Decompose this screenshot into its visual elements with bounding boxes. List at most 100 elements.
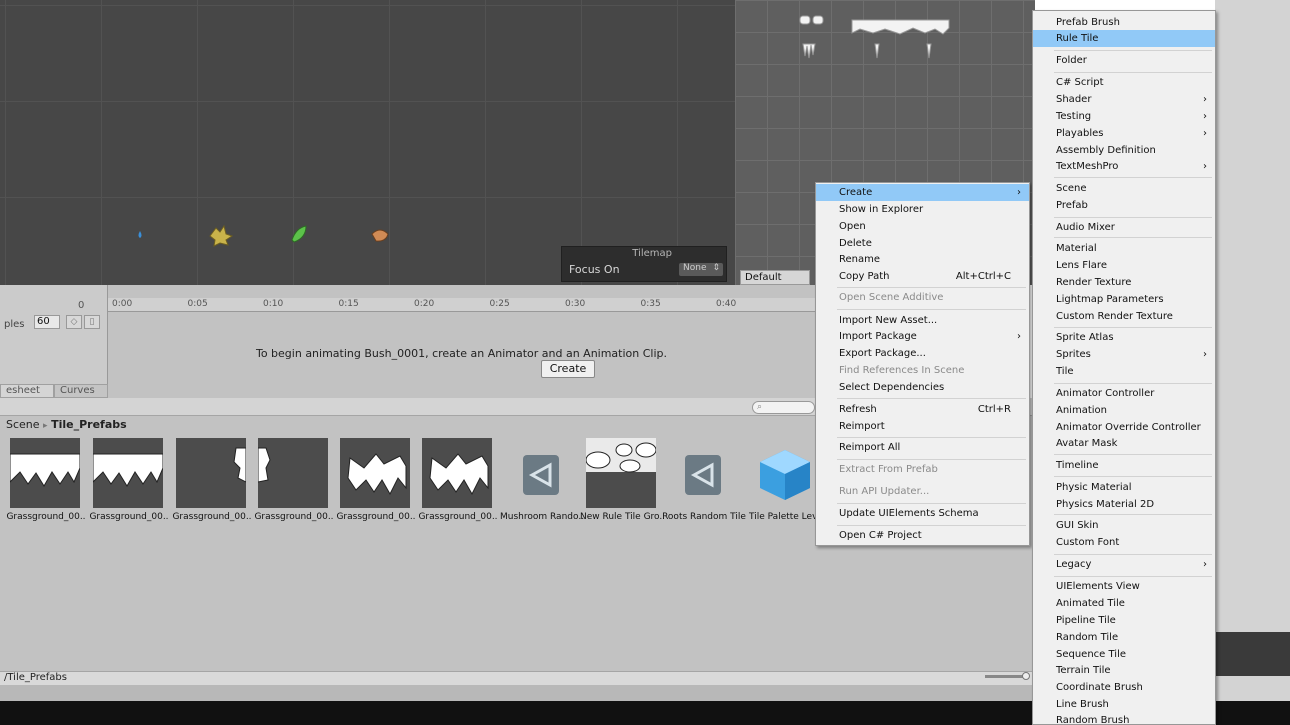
- create-submenu-item-lens-flare[interactable]: Lens Flare: [1033, 257, 1215, 274]
- create-submenu-item-animator-controller[interactable]: Animator Controller: [1033, 385, 1215, 402]
- context-menu-item-show-in-explorer[interactable]: Show in Explorer: [816, 201, 1029, 218]
- create-submenu-item-coordinate-brush[interactable]: Coordinate Brush: [1033, 679, 1215, 696]
- focus-on-dropdown[interactable]: None ⇕: [679, 263, 723, 276]
- menu-item-label: Physic Material: [1056, 482, 1132, 493]
- context-menu-item-rename[interactable]: Rename: [816, 251, 1029, 268]
- asset-label: Grassground_00..: [172, 512, 252, 522]
- context-menu-item-export-package[interactable]: Export Package...: [816, 345, 1029, 362]
- rule-tile-preview: [799, 15, 824, 59]
- timeline-tick-label: 0:40: [716, 299, 737, 309]
- menu-item-label: Folder: [1056, 55, 1087, 66]
- tab-dopesheet[interactable]: esheet: [0, 384, 54, 398]
- create-submenu-item-audio-mixer[interactable]: Audio Mixer: [1033, 219, 1215, 236]
- context-menu-item-reimport[interactable]: Reimport: [816, 418, 1029, 435]
- asset-label: Grassground_00..: [6, 512, 86, 522]
- thumbnail-size-slider[interactable]: [985, 675, 1027, 678]
- scene-view[interactable]: Tilemap Focus On None ⇕: [0, 0, 735, 285]
- asset-item[interactable]: Mushroom Rando..: [500, 438, 584, 522]
- menu-separator: [837, 459, 1026, 460]
- menu-item-label: UIElements View: [1056, 581, 1140, 592]
- menu-item-label: Reimport: [839, 421, 885, 432]
- create-submenu-item-lightmap-parameters[interactable]: Lightmap Parameters: [1033, 291, 1215, 308]
- asset-item[interactable]: Grassground_00..: [336, 438, 416, 522]
- asset-item[interactable]: Roots Random Tile: [662, 438, 746, 522]
- create-submenu-item-line-brush[interactable]: Line Brush: [1033, 696, 1215, 713]
- menu-item-label: Sequence Tile: [1056, 649, 1127, 660]
- context-menu-item-reimport-all[interactable]: Reimport All: [816, 439, 1029, 456]
- context-menu-item-create[interactable]: Create ›: [816, 184, 1029, 201]
- create-submenu-item-testing[interactable]: Testing ›: [1033, 108, 1215, 125]
- default-brush-dropdown[interactable]: Default Brush: [740, 270, 810, 296]
- create-submenu-item-textmeshpro[interactable]: TextMeshPro ›: [1033, 158, 1215, 175]
- create-submenu-item-gui-skin[interactable]: GUI Skin: [1033, 517, 1215, 534]
- create-submenu-item-custom-font[interactable]: Custom Font: [1033, 534, 1215, 551]
- asset-item[interactable]: Grassground_00..: [89, 438, 169, 522]
- menu-item-label: Terrain Tile: [1056, 665, 1111, 676]
- context-menu-item-select-dependencies[interactable]: Select Dependencies: [816, 379, 1029, 396]
- menu-item-label: Show in Explorer: [839, 204, 924, 215]
- create-submenu-item-c-script[interactable]: C# Script: [1033, 74, 1215, 91]
- context-menu-item-copy-path[interactable]: Copy Path Alt+Ctrl+C: [816, 268, 1029, 285]
- tab-curves[interactable]: Curves: [54, 384, 108, 398]
- create-submenu-item-folder[interactable]: Folder: [1033, 52, 1215, 69]
- create-submenu-item-rule-tile[interactable]: Rule Tile: [1033, 30, 1215, 47]
- create-submenu-item-custom-render-texture[interactable]: Custom Render Texture: [1033, 308, 1215, 325]
- context-menu-item-refresh[interactable]: Refresh Ctrl+R: [816, 401, 1029, 418]
- menu-item-label: Animation: [1056, 405, 1107, 416]
- menu-item-label: Lens Flare: [1056, 260, 1107, 271]
- create-submenu-item-render-texture[interactable]: Render Texture: [1033, 274, 1215, 291]
- create-submenu-item-material[interactable]: Material: [1033, 240, 1215, 257]
- create-submenu-item-sprites[interactable]: Sprites ›: [1033, 346, 1215, 363]
- create-submenu-item-playables[interactable]: Playables ›: [1033, 125, 1215, 142]
- context-menu-item-run-api-updater: Run API Updater...: [816, 483, 1029, 500]
- create-submenu-item-physic-material[interactable]: Physic Material: [1033, 479, 1215, 496]
- samples-input[interactable]: 60: [34, 315, 60, 329]
- context-menu-item-open[interactable]: Open: [816, 218, 1029, 235]
- menu-item-label: Export Package...: [839, 348, 926, 359]
- menu-item-label: Random Brush: [1056, 715, 1130, 725]
- create-submenu-item-sprite-atlas[interactable]: Sprite Atlas: [1033, 329, 1215, 346]
- context-menu-item-import-package[interactable]: Import Package ›: [816, 328, 1029, 345]
- thumbnail-size-slider-handle[interactable]: [1022, 672, 1030, 680]
- timeline-ruler[interactable]: 0:00 0:05 0:10 0:15 0:20 0:25 0:30 0:35 0:40: [108, 298, 815, 312]
- create-submenu-item-random-tile[interactable]: Random Tile: [1033, 629, 1215, 646]
- create-submenu-item-random-brush[interactable]: Random Brush: [1033, 712, 1215, 725]
- context-menu-item-open-c-project[interactable]: Open C# Project: [816, 527, 1029, 544]
- create-submenu-item-sequence-tile[interactable]: Sequence Tile: [1033, 646, 1215, 663]
- menu-item-shortcut: Alt+Ctrl+C: [955, 271, 1011, 282]
- asset-item[interactable]: Grassground_00..: [418, 438, 498, 522]
- create-submenu-item-tile[interactable]: Tile: [1033, 363, 1215, 380]
- menu-item-label: Animator Override Controller: [1056, 422, 1201, 433]
- create-submenu-item-legacy[interactable]: Legacy ›: [1033, 556, 1215, 573]
- asset-item[interactable]: Grassground_00..: [172, 438, 252, 522]
- create-submenu-item-uielements-view[interactable]: UIElements View: [1033, 578, 1215, 595]
- create-submenu-item-shader[interactable]: Shader ›: [1033, 91, 1215, 108]
- menu-item-label: Assembly Definition: [1056, 145, 1156, 156]
- context-menu-item-update-uielements-schema[interactable]: Update UIElements Schema: [816, 505, 1029, 522]
- add-event-icon[interactable]: ▯: [84, 315, 100, 329]
- create-submenu-item-prefab[interactable]: Prefab: [1033, 197, 1215, 214]
- create-animation-button[interactable]: Create: [541, 360, 595, 378]
- asset-item[interactable]: Grassground_00..: [6, 438, 86, 522]
- create-submenu-item-animation[interactable]: Animation: [1033, 402, 1215, 419]
- context-menu-item-delete[interactable]: Delete: [816, 235, 1029, 252]
- create-submenu-item-terrain-tile[interactable]: Terrain Tile: [1033, 662, 1215, 679]
- chevron-right-icon: ›: [1203, 94, 1207, 105]
- create-submenu-item-assembly-definition[interactable]: Assembly Definition: [1033, 142, 1215, 159]
- create-submenu-item-scene[interactable]: Scene: [1033, 180, 1215, 197]
- create-submenu-item-timeline[interactable]: Timeline: [1033, 457, 1215, 474]
- asset-item[interactable]: New Rule Tile Gro..: [580, 438, 664, 522]
- project-bottom-bar: [0, 685, 1035, 701]
- context-menu-item-import-new-asset[interactable]: Import New Asset...: [816, 312, 1029, 329]
- create-submenu-item-physics-material-2d[interactable]: Physics Material 2D: [1033, 496, 1215, 513]
- add-keyframe-icon[interactable]: ◇: [66, 315, 82, 329]
- menu-separator: [837, 503, 1026, 504]
- create-submenu-item-animator-override-controller[interactable]: Animator Override Controller: [1033, 419, 1215, 436]
- create-submenu-item-prefab-brush[interactable]: Prefab Brush: [1033, 14, 1215, 31]
- create-submenu-item-animated-tile[interactable]: Animated Tile: [1033, 595, 1215, 612]
- create-submenu-item-avatar-mask[interactable]: Avatar Mask: [1033, 435, 1215, 452]
- frame-number[interactable]: 0: [78, 300, 84, 311]
- menu-separator: [1054, 476, 1212, 477]
- asset-item[interactable]: Grassground_00..: [254, 438, 334, 522]
- create-submenu-item-pipeline-tile[interactable]: Pipeline Tile: [1033, 612, 1215, 629]
